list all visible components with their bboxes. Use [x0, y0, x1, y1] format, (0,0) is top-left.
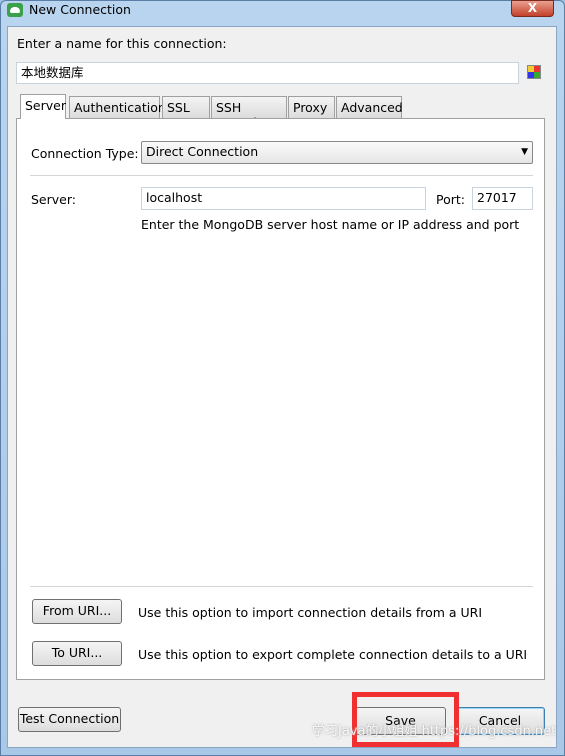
tab-ssh-tunnel[interactable]: SSH Tunnel: [211, 96, 287, 130]
connection-type-value: Direct Connection: [146, 144, 259, 159]
tab-authentication[interactable]: Authentication: [69, 96, 166, 118]
from-uri-description: Use this option to import connection det…: [138, 605, 483, 620]
connection-type-select[interactable]: Direct Connection ▼: [141, 141, 533, 164]
close-button[interactable]: X: [511, 0, 554, 17]
server-label: Server:: [31, 192, 76, 207]
port-input[interactable]: 27017: [472, 187, 533, 210]
to-uri-description: Use this option to export complete conne…: [138, 647, 528, 662]
to-uri-button[interactable]: To URI...: [32, 641, 122, 666]
connection-name-input[interactable]: 本地数据库: [16, 62, 519, 84]
watermark: 学习Java的小姐姐 https://blog.csdn.net: [312, 724, 557, 739]
test-connection-button[interactable]: Test Connection: [18, 707, 121, 732]
color-picker-icon[interactable]: [527, 65, 541, 79]
server-input[interactable]: localhost: [141, 187, 426, 210]
divider: [30, 586, 533, 587]
port-label: Port:: [436, 192, 465, 207]
connection-type-label: Connection Type:: [31, 146, 139, 161]
divider: [30, 175, 533, 176]
chevron-down-icon: ▼: [521, 147, 528, 157]
tab-advanced[interactable]: Advanced: [336, 96, 403, 118]
server-help-text: Enter the MongoDB server host name or IP…: [141, 217, 520, 232]
app-icon: [7, 3, 23, 17]
tab-server[interactable]: Server: [20, 94, 66, 119]
name-label: Enter a name for this connection:: [17, 36, 227, 51]
from-uri-button[interactable]: From URI...: [32, 599, 122, 624]
tab-proxy[interactable]: Proxy: [288, 96, 335, 118]
window-title: New Connection: [29, 2, 131, 17]
tab-ssl[interactable]: SSL: [162, 96, 210, 118]
